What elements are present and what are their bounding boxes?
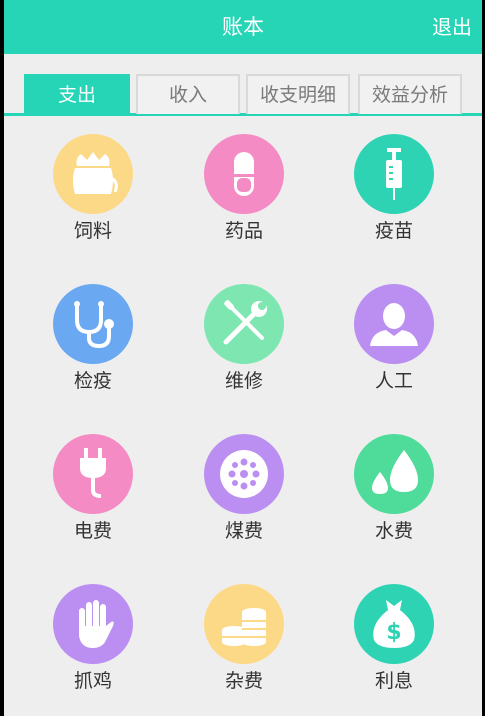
page-title: 账本 — [222, 15, 264, 39]
category-coal[interactable]: 煤费 — [179, 430, 309, 550]
tab-expense[interactable]: 支出 — [24, 74, 130, 114]
category-misc[interactable]: 杂费 — [179, 580, 309, 700]
coal-icon — [204, 434, 284, 514]
category-labor[interactable]: 人工 — [329, 280, 459, 400]
stethoscope-icon — [53, 284, 133, 364]
hand-icon — [53, 584, 133, 664]
category-label: 煤费 — [224, 520, 263, 542]
category-quarantine[interactable]: 检疫 — [28, 280, 158, 400]
category-feed[interactable]: 饲料 — [28, 130, 158, 250]
category-label: 检疫 — [73, 370, 112, 392]
syringe-icon — [354, 134, 434, 214]
category-interest[interactable]: $ 利息 — [329, 580, 459, 700]
category-water[interactable]: 水费 — [329, 430, 459, 550]
category-label: 人工 — [374, 370, 413, 392]
category-catch-chicken[interactable]: 抓鸡 — [28, 580, 158, 700]
svg-text:$: $ — [386, 620, 401, 645]
category-label: 疫苗 — [374, 220, 413, 242]
category-label: 维修 — [224, 370, 263, 392]
category-electricity[interactable]: 电费 — [28, 430, 158, 550]
app-screen: 账本 退出 支出 收入 收支明细 效益分析 饲料 药品 疫苗 检疫 维修 人工 … — [4, 0, 482, 716]
category-label: 杂费 — [224, 670, 263, 692]
category-label: 药品 — [224, 220, 263, 242]
tab-income[interactable]: 收入 — [136, 74, 240, 114]
tools-icon — [204, 284, 284, 364]
money-bag-icon: $ — [354, 584, 434, 664]
plug-icon — [53, 434, 133, 514]
water-drops-icon — [354, 434, 434, 514]
category-label: 抓鸡 — [73, 670, 112, 692]
feed-bag-icon — [53, 134, 133, 214]
tab-analysis[interactable]: 效益分析 — [358, 74, 462, 114]
category-medicine[interactable]: 药品 — [179, 130, 309, 250]
category-label: 电费 — [73, 520, 112, 542]
coins-icon — [204, 584, 284, 664]
category-label: 水费 — [374, 520, 413, 542]
pill-icon — [204, 134, 284, 214]
category-label: 饲料 — [73, 220, 112, 242]
category-vaccine[interactable]: 疫苗 — [329, 130, 459, 250]
category-label: 利息 — [374, 670, 413, 692]
header-bar: 账本 退出 — [4, 0, 482, 54]
tab-details[interactable]: 收支明细 — [246, 74, 350, 114]
category-repair[interactable]: 维修 — [179, 280, 309, 400]
person-icon — [354, 284, 434, 364]
logout-button[interactable]: 退出 — [432, 0, 472, 54]
tab-bar: 支出 收入 收支明细 效益分析 — [4, 72, 482, 116]
